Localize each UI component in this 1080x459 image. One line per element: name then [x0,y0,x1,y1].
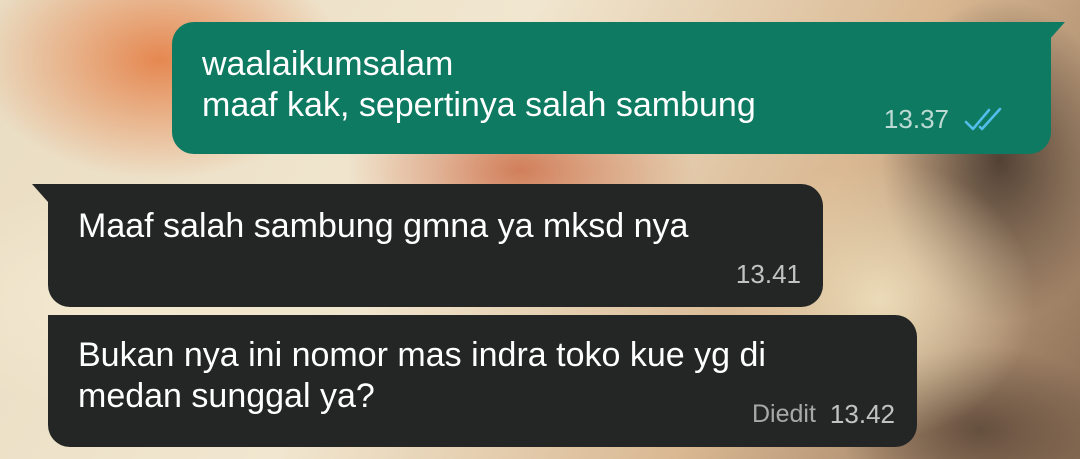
incoming-message-bubble[interactable]: Maaf salah sambung gmna ya mksd nya 13.4… [32,184,823,307]
message-meta: Diedit 13.42 [752,394,895,435]
message-time: 13.41 [735,259,801,289]
message-text-line: Bukan nya ini nomor mas indra toko kue y… [78,336,766,374]
message-time: 13.37 [883,104,949,134]
message-time: 13.42 [829,399,895,429]
message-meta: 13.41 [736,254,801,295]
outgoing-message-bubble[interactable]: waalaikumsalam maaf kak, sepertinya sala… [172,22,1065,154]
message-meta: 13.37 [884,99,1007,140]
message-text-line: waalaikumsalam [202,45,454,83]
double-check-read-icon [964,107,1002,130]
edited-label: Diedit [752,400,816,428]
message-text-line: Maaf salah sambung gmna ya mksd nya [78,207,689,245]
incoming-message-bubble[interactable]: Bukan nya ini nomor mas indra toko kue y… [48,315,917,447]
